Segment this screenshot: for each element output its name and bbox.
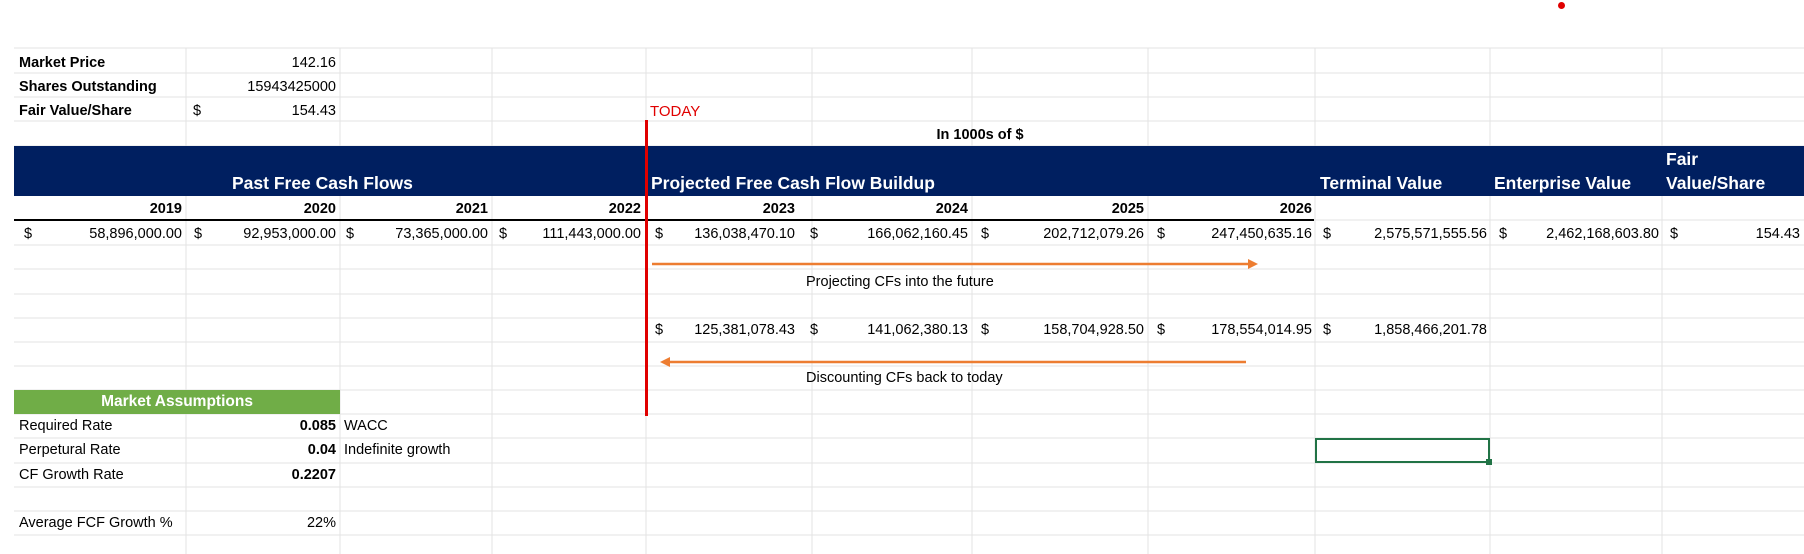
cf-growth-rate-value[interactable]: 0.2207 [190,463,336,487]
currency-symbol: $ [1670,226,1679,242]
market-price-value[interactable]: 142.16 [190,51,336,75]
cashflow-2026[interactable]: 247,450,635.16 [1170,222,1312,246]
discounting-annotation: Discounting CFs back to today [806,370,1003,386]
year-2023: 2023 [762,201,795,217]
fair-value-share[interactable]: 154.43 [1680,222,1800,246]
year-2020: 2020 [303,201,336,217]
fair-value-label: Fair Value/Share [19,103,132,119]
currency-symbol: $ [655,322,664,338]
currency-symbol: $ [981,322,990,338]
year-2026: 2026 [1279,201,1312,217]
perpetual-rate-value[interactable]: 0.04 [190,438,336,462]
market-assumptions-header: Market Assumptions [14,390,340,414]
average-fcf-growth-value[interactable]: 22% [190,511,336,535]
perpetual-rate-label: Perpetural Rate [19,442,121,458]
discounted-2023[interactable]: 125,381,078.43 [666,318,795,342]
projecting-annotation: Projecting CFs into the future [806,274,994,290]
currency-symbol: $ [810,226,819,242]
projected-cashflows-header: Projected Free Cash Flow Buildup [651,173,935,193]
currency-symbol: $ [499,226,508,242]
selected-cell[interactable] [1315,438,1492,465]
discounted-2025[interactable]: 158,704,928.50 [995,318,1144,342]
cashflow-2023[interactable]: 136,038,470.10 [666,222,795,246]
red-marker-dot [1558,2,1565,9]
year-2025: 2025 [1111,201,1144,217]
fair-value-currency: $ [193,103,202,119]
discounted-2026[interactable]: 178,554,014.95 [1170,318,1312,342]
discounted-2024[interactable]: 141,062,380.13 [825,318,968,342]
currency-symbol: $ [1499,226,1508,242]
year-underline [14,219,1314,221]
fair-value-header-line2: Value/Share [1666,173,1766,193]
currency-symbol: $ [194,226,203,242]
required-rate-value[interactable]: 0.085 [190,414,336,438]
fair-value-top[interactable]: 154.43 [210,99,336,123]
terminal-value[interactable]: 2,575,571,555.56 [1337,222,1487,246]
fair-value-header-line1: Fair [1666,149,1699,169]
year-2021: 2021 [455,201,488,217]
cashflow-2020[interactable]: 92,953,000.00 [206,222,336,246]
cashflow-2024[interactable]: 166,062,160.45 [825,222,968,246]
terminal-value-header: Terminal Value [1320,173,1443,193]
today-divider-line [645,120,648,416]
perpetual-rate-note: Indefinite growth [344,442,451,458]
cashflow-2019[interactable]: 58,896,000.00 [40,222,182,246]
market-price-label: Market Price [19,55,106,71]
currency-symbol: $ [24,226,33,242]
year-2019: 2019 [149,201,182,217]
units-label: In 1000s of $ [936,127,1024,143]
cashflow-2021[interactable]: 73,365,000.00 [358,222,488,246]
enterprise-value[interactable]: 2,462,168,603.80 [1513,222,1659,246]
cf-growth-rate-label: CF Growth Rate [19,467,124,483]
required-rate-label: Required Rate [19,418,113,434]
today-label: TODAY [650,103,701,120]
cashflow-2025[interactable]: 202,712,079.26 [995,222,1144,246]
currency-symbol: $ [1323,322,1332,338]
year-2024: 2024 [935,201,968,217]
shares-outstanding-value[interactable]: 15943425000 [190,75,336,99]
average-fcf-growth-label: Average FCF Growth % [19,515,173,531]
currency-symbol: $ [981,226,990,242]
currency-symbol: $ [810,322,819,338]
currency-symbol: $ [346,226,355,242]
currency-symbol: $ [1157,322,1166,338]
cashflow-2022[interactable]: 111,443,000.00 [510,222,641,246]
currency-symbol: $ [1157,226,1166,242]
enterprise-value-header: Enterprise Value [1494,173,1632,193]
past-cashflows-header: Past Free Cash Flows [232,173,413,193]
required-rate-note: WACC [344,418,388,434]
currency-symbol: $ [655,226,664,242]
year-2022: 2022 [608,201,641,217]
shares-outstanding-label: Shares Outstanding [19,79,157,95]
discounted-terminal[interactable]: 1,858,466,201.78 [1337,318,1487,342]
currency-symbol: $ [1323,226,1332,242]
